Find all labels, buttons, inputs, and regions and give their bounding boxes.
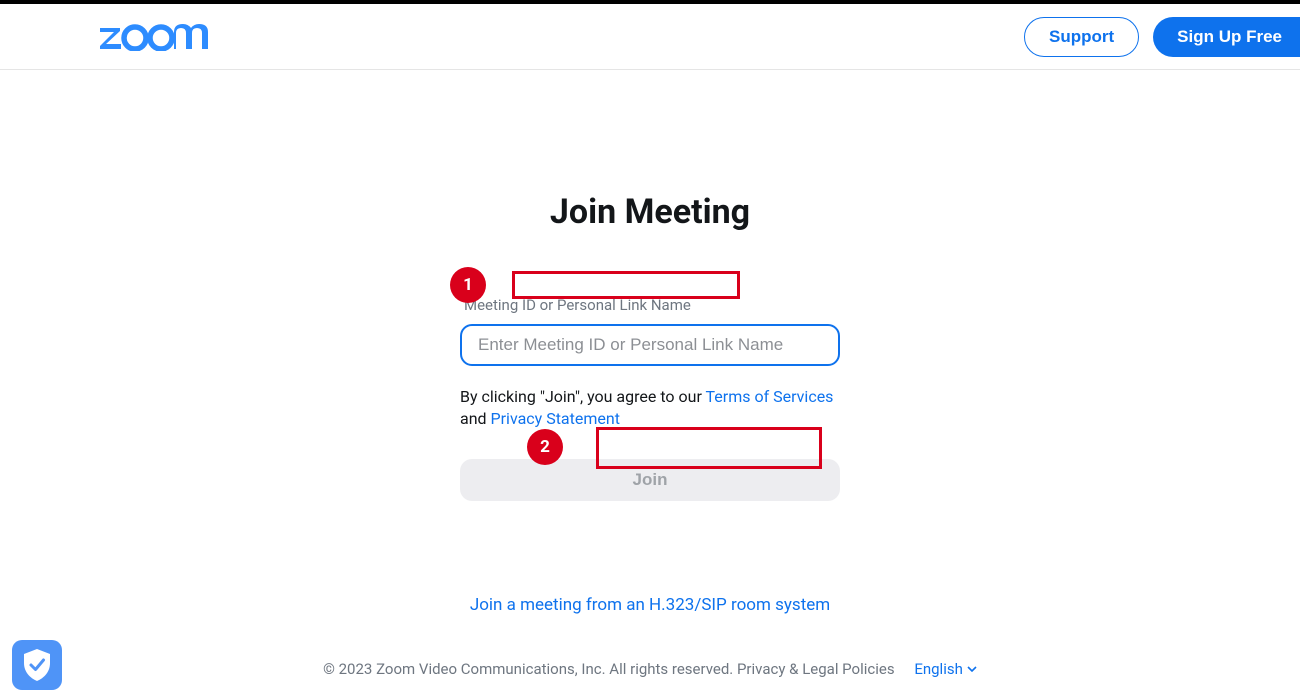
header: Support Sign Up Free: [0, 4, 1300, 70]
chevron-down-icon: [967, 666, 977, 672]
support-button[interactable]: Support: [1024, 17, 1139, 57]
language-selector[interactable]: English: [914, 660, 977, 678]
copyright-text: © 2023 Zoom Video Communications, Inc. A…: [323, 660, 737, 678]
zoom-logo-svg: [100, 23, 220, 51]
header-actions: Support Sign Up Free: [1024, 17, 1300, 57]
agree-prefix: By clicking "Join", you agree to our: [460, 387, 706, 406]
main-content: Join Meeting Meeting ID or Personal Link…: [0, 70, 1300, 615]
h323-sip-link[interactable]: Join a meeting from an H.323/SIP room sy…: [470, 595, 830, 615]
footer: © 2023 Zoom Video Communications, Inc. A…: [0, 660, 1300, 678]
language-label: English: [914, 660, 963, 678]
agree-conj: and: [460, 409, 491, 428]
shield-check-icon: [22, 648, 52, 682]
join-button[interactable]: Join: [460, 459, 840, 501]
zoom-logo[interactable]: [100, 23, 220, 51]
privacy-link[interactable]: Privacy Statement: [491, 409, 620, 428]
privacy-shield-badge[interactable]: [12, 640, 62, 690]
meeting-id-input[interactable]: [460, 324, 840, 366]
privacy-legal-link[interactable]: Privacy & Legal Policies: [737, 660, 895, 678]
agree-text: By clicking "Join", you agree to our Ter…: [460, 386, 840, 431]
join-form: Meeting ID or Personal Link Name By clic…: [460, 294, 840, 501]
meeting-id-label: Meeting ID or Personal Link Name: [460, 294, 695, 316]
page-title: Join Meeting: [550, 192, 750, 232]
terms-link[interactable]: Terms of Services: [706, 387, 834, 406]
signup-button[interactable]: Sign Up Free: [1153, 17, 1300, 57]
